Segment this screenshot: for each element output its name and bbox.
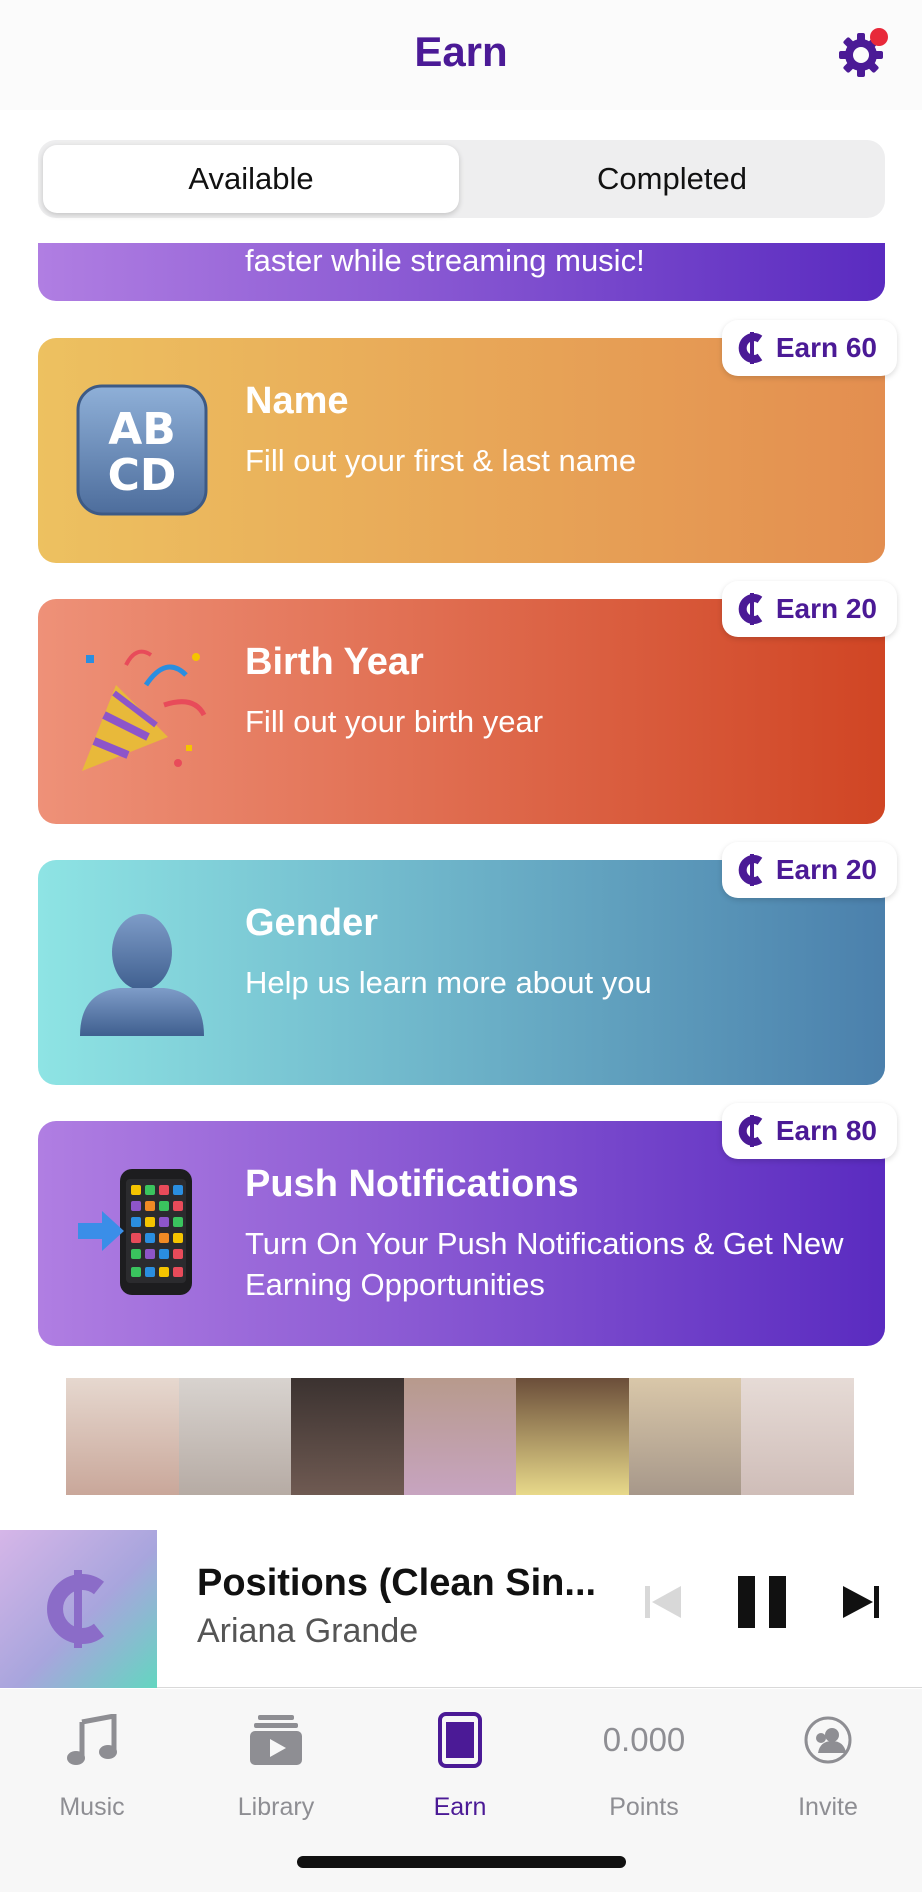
task-card-push-notifications[interactable]: Push Notifications Turn On Your Push Not…: [38, 1103, 897, 1346]
task-title: Name: [245, 380, 349, 422]
coin-icon: [738, 854, 763, 886]
ad-photo: [178, 1378, 292, 1495]
tab-label: Music: [59, 1793, 125, 1821]
previous-track-icon[interactable]: [645, 1582, 683, 1622]
page-title: Earn: [414, 28, 508, 75]
tab-completed[interactable]: Completed: [464, 145, 880, 213]
ad-photo: [741, 1378, 855, 1495]
task-card-birth-year[interactable]: Birth Year Fill out your birth year Earn…: [38, 581, 897, 824]
task-subtitle: Fill out your birth year: [245, 704, 544, 739]
tab-earn[interactable]: Earn: [368, 1709, 552, 1822]
ad-photo: [291, 1378, 404, 1495]
task-title: Birth Year: [245, 641, 424, 683]
ad-photo: [403, 1378, 517, 1495]
svg-text:CD: CD: [108, 450, 177, 501]
earn-badge: Earn 20: [721, 581, 897, 637]
header: Earn: [0, 0, 922, 110]
phone-arrow-icon: [78, 1169, 192, 1295]
tab-label: Earn: [433, 1793, 487, 1821]
ad-photo: [516, 1378, 629, 1495]
ad-photo: [66, 1378, 179, 1495]
notification-dot: [870, 28, 888, 46]
tab-music[interactable]: Music: [0, 1709, 184, 1822]
task-title: Gender: [245, 902, 379, 944]
points-value: 0.000: [602, 1721, 686, 1758]
earn-badge-label: Earn 60: [775, 332, 877, 363]
ad-image-strip[interactable]: [66, 1378, 855, 1495]
task-card-partial-text: faster while streaming music!: [245, 243, 645, 278]
tab-invite[interactable]: Invite: [736, 1709, 920, 1822]
earn-badge-label: Earn 80: [775, 1115, 877, 1146]
music-note-icon: [67, 1714, 117, 1765]
earn-tab-icon: [438, 1712, 482, 1768]
pause-icon[interactable]: [736, 1576, 788, 1628]
earn-badge: Earn 60: [721, 320, 897, 376]
tab-available[interactable]: Available: [43, 145, 459, 213]
task-subtitle: Fill out your first & last name: [245, 443, 637, 478]
coin-icon: [738, 332, 763, 364]
song-title: Positions (Clean Sin...: [197, 1562, 597, 1604]
library-icon: [250, 1715, 302, 1765]
tab-label: Points: [609, 1793, 679, 1821]
coin-icon: [738, 1115, 763, 1147]
app-logo-icon: [47, 1570, 105, 1648]
album-art[interactable]: [0, 1530, 157, 1688]
party-popper-icon: [82, 649, 207, 771]
ad-photo: [628, 1378, 742, 1495]
person-silhouette-icon: [80, 914, 204, 1036]
earn-task-list[interactable]: faster while streaming music! AB CD Name…: [0, 243, 922, 1370]
task-card-gender[interactable]: Gender Help us learn more about you Earn…: [38, 842, 897, 1085]
ad-banner[interactable]: [0, 1370, 922, 1510]
mini-player[interactable]: Positions (Clean Sin... Ariana Grande: [0, 1510, 922, 1688]
home-indicator: [297, 1856, 626, 1868]
task-title: Push Notifications: [245, 1163, 579, 1205]
task-card-name[interactable]: AB CD Name Fill out your first & last na…: [38, 320, 897, 563]
tab-points[interactable]: 0.000 Points: [552, 1709, 736, 1822]
earn-badge-label: Earn 20: [775, 593, 877, 624]
abcd-icon: AB CD: [76, 384, 208, 516]
task-subtitle: Help us learn more about you: [245, 965, 652, 1000]
tab-label: Library: [237, 1793, 315, 1821]
tab-library[interactable]: Library: [184, 1709, 368, 1822]
tab-label: Invite: [798, 1793, 858, 1821]
invite-icon: [804, 1716, 852, 1764]
artist-name: Ariana Grande: [197, 1612, 419, 1650]
task-card-partial[interactable]: faster while streaming music!: [38, 243, 885, 301]
next-track-icon[interactable]: [843, 1582, 881, 1622]
svg-text:AB: AB: [108, 404, 176, 455]
segmented-control: Available Completed: [38, 140, 885, 218]
task-subtitle: Turn On Your Push Notifications & Get Ne…: [245, 1226, 844, 1302]
earn-badge-label: Earn 20: [775, 854, 877, 885]
coin-icon: [738, 593, 763, 625]
earn-badge: Earn 20: [721, 842, 897, 898]
earn-badge: Earn 80: [721, 1103, 897, 1159]
